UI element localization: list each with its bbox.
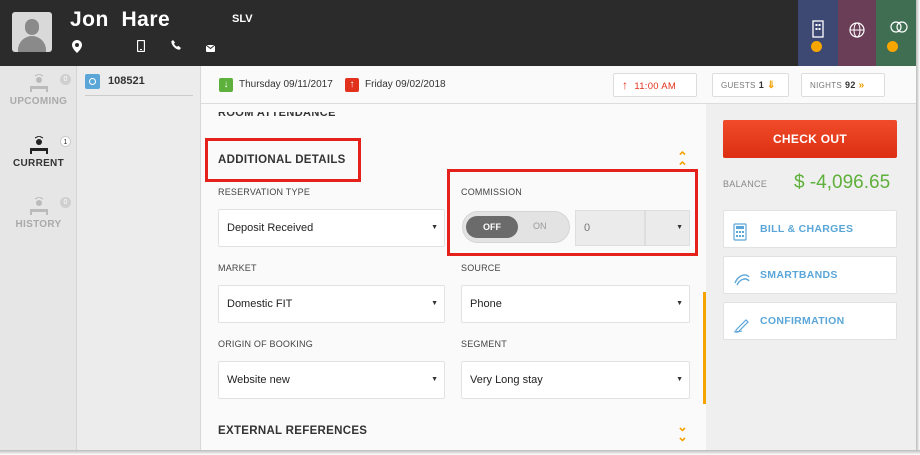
guests-count: 1 [758, 80, 765, 90]
history-bed-icon [25, 196, 53, 219]
arrival-date-text: Thursday 09/11/2017 [239, 79, 333, 90]
nights-stepper[interactable]: NIGHTS 92» [801, 73, 885, 97]
segment-select[interactable]: Very Long stay ▼ [461, 361, 690, 399]
location-pin-icon[interactable] [72, 40, 82, 57]
avatar-body-shape [18, 36, 46, 52]
stay-navigation: 0 UPCOMING 1 CURRENT 0 HISTORY [0, 66, 77, 450]
external-references-heading: EXTERNAL REFERENCES [218, 425, 368, 437]
wristband-icon [733, 266, 750, 286]
avatar[interactable] [12, 12, 52, 52]
balance-value: $ -4,096.65 [794, 172, 891, 193]
guest-name: Jon Hare [70, 8, 171, 31]
dropdown-caret-icon: ▼ [431, 300, 438, 307]
smartbands-label: SMARTBANDS [760, 269, 838, 281]
reservation-status-icon [85, 74, 100, 89]
current-bed-icon [25, 135, 53, 158]
search-mini-icon [887, 41, 898, 52]
check-out-button[interactable]: CHECK OUT [723, 120, 897, 158]
smartbands-button[interactable]: SMARTBANDS [723, 256, 897, 294]
email-icon[interactable] [205, 42, 216, 56]
expand-chevron-icon[interactable]: ⌄ ⌄ [677, 420, 688, 443]
avatar-head-shape [25, 19, 39, 35]
nav-label: CURRENT [13, 158, 64, 169]
confirmation-label: CONFIRMATION [760, 315, 845, 327]
highlight-additional-details [205, 138, 361, 182]
nav-badge: 0 [60, 197, 71, 208]
reservation-details-panel: ROOM ATTENDANCE ADDITIONAL DETAILS ⌃ ⌃ RE… [201, 104, 706, 450]
screenshot-edge-shadow [0, 450, 920, 455]
up-arrow-icon: ↑ [622, 78, 629, 92]
departure-date[interactable]: ↑ Friday 09/02/2018 [345, 77, 446, 93]
confirmation-button[interactable]: CONFIRMATION [723, 302, 897, 340]
arrival-arrow-icon: ↓ [219, 78, 233, 92]
guest-header: Jon Hare SLV [0, 0, 916, 66]
arrival-time-button[interactable]: ↑ 11:00 AM [613, 73, 697, 97]
dropdown-caret-icon: ▼ [676, 376, 683, 383]
guests-stepper[interactable]: GUESTS 1 ⇓ [712, 73, 789, 97]
globe-icon [849, 22, 865, 43]
nav-upcoming[interactable]: 0 UPCOMING [0, 73, 77, 107]
upcoming-bed-icon [25, 73, 53, 96]
globe-tab[interactable] [838, 0, 876, 66]
reservation-list: 108521 [77, 66, 201, 450]
rings-icon [890, 18, 908, 39]
nav-label: HISTORY [15, 219, 62, 230]
market-value: Domestic FIT [227, 298, 293, 310]
stay-date-bar: ↓ Thursday 09/11/2017 ↑ Friday 09/02/201… [201, 66, 916, 104]
dropdown-caret-icon: ▼ [431, 224, 438, 231]
departure-date-text: Friday 09/02/2018 [365, 79, 446, 90]
nav-badge: 0 [60, 74, 71, 85]
nav-label: UPCOMING [9, 96, 68, 107]
hotel-guest-profile: Jon Hare SLV 0 UPCOMING 1 CURRENT 0 HIST… [0, 0, 916, 450]
departure-arrow-icon: ↑ [345, 78, 359, 92]
building-icon [812, 20, 824, 43]
nav-history[interactable]: 0 HISTORY [0, 196, 77, 230]
segment-label: SEGMENT [461, 339, 507, 349]
guests-label: GUESTS [721, 81, 756, 90]
rings-tab[interactable] [876, 0, 916, 66]
origin-of-booking-label: ORIGIN OF BOOKING [218, 339, 313, 349]
reservation-id: 108521 [108, 75, 145, 87]
building-tab[interactable] [798, 0, 838, 66]
arrival-time: 11:00 AM [634, 81, 677, 92]
reservation-type-select[interactable]: Deposit Received ▼ [218, 209, 445, 247]
source-value: Phone [470, 298, 502, 310]
reservation-type-label: RESERVATION TYPE [218, 187, 311, 197]
folio-actions-panel: CHECK OUT BALANCE $ -4,096.65 BILL & CHA… [706, 104, 916, 450]
chevron-right-icon: » [858, 80, 865, 91]
guest-code: SLV [232, 13, 253, 25]
highlight-commission [447, 169, 698, 256]
room-attendance-heading: ROOM ATTENDANCE [218, 107, 336, 119]
segment-value: Very Long stay [470, 374, 543, 386]
dropdown-caret-icon: ▼ [431, 376, 438, 383]
bill-and-charges-label: BILL & CHARGES [760, 223, 854, 235]
calculator-icon [733, 220, 749, 241]
balance-label: BALANCE [723, 179, 768, 189]
origin-of-booking-value: Website new [227, 374, 290, 386]
nights-label: NIGHTS [810, 81, 843, 90]
nav-badge: 1 [60, 136, 71, 147]
source-select[interactable]: Phone ▼ [461, 285, 690, 323]
arrival-date[interactable]: ↓ Thursday 09/11/2017 [219, 77, 333, 93]
reservation-item[interactable]: 108521 [85, 74, 193, 96]
nights-count: 92 [845, 80, 856, 90]
market-label: MARKET [218, 263, 257, 273]
phone-icon[interactable] [171, 40, 181, 54]
mobile-phone-icon[interactable] [136, 39, 146, 56]
bill-and-charges-button[interactable]: BILL & CHARGES [723, 210, 897, 248]
chevron-down-icon: ⇓ [767, 80, 776, 91]
market-select[interactable]: Domestic FIT ▼ [218, 285, 445, 323]
dropdown-caret-icon: ▼ [676, 300, 683, 307]
source-label: SOURCE [461, 263, 501, 273]
search-mini-icon [811, 41, 822, 52]
nav-current[interactable]: 1 CURRENT [0, 135, 77, 169]
reservation-type-value: Deposit Received [227, 222, 314, 234]
origin-of-booking-select[interactable]: Website new ▼ [218, 361, 445, 399]
signature-pen-icon [733, 312, 749, 333]
screenshot-edge-shadow [916, 0, 920, 455]
